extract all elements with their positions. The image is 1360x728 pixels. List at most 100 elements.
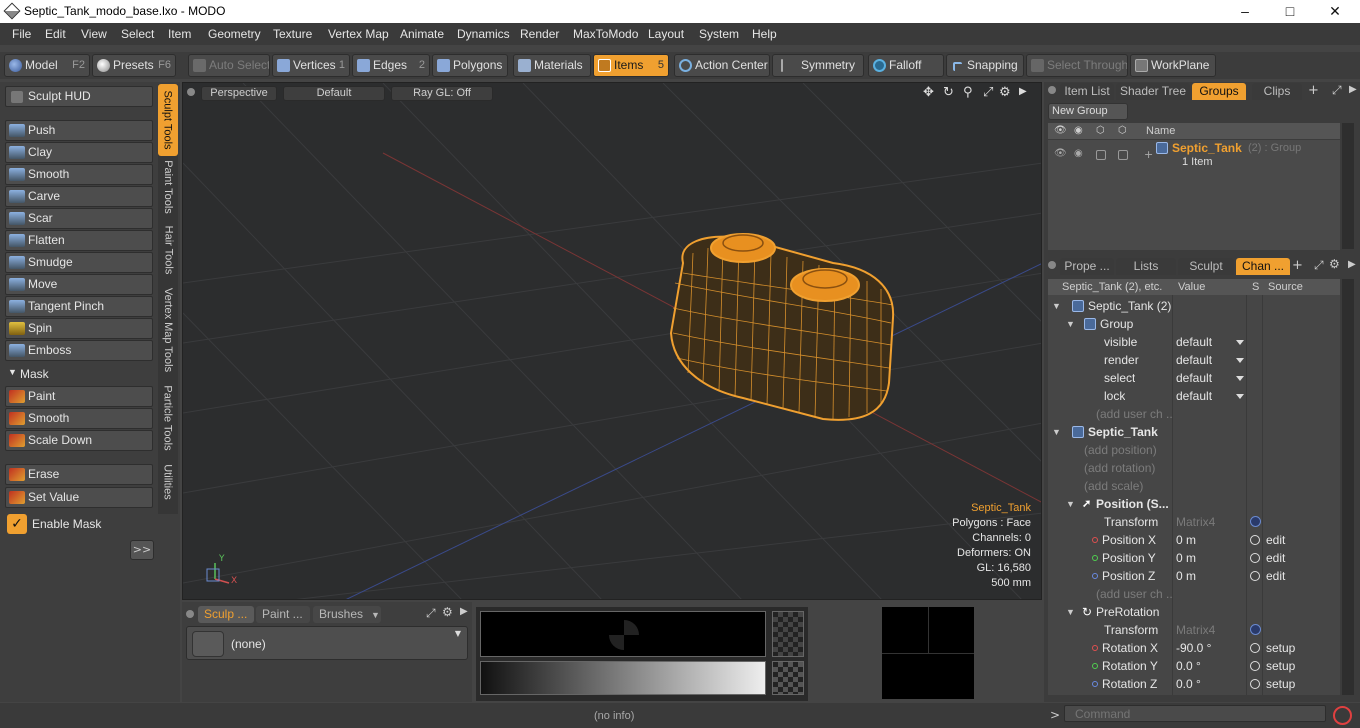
raygl-button[interactable]: Ray GL: Off: [391, 86, 493, 101]
channel-row[interactable]: Rotation X -90.0 ° setup: [1048, 639, 1340, 657]
viewport-settings-gear-icon[interactable]: ⚙: [999, 85, 1011, 100]
channel-row[interactable]: (add user ch ...: [1048, 585, 1340, 603]
falloff-button[interactable]: Falloff: [868, 54, 944, 77]
rotate-icon[interactable]: ↻: [943, 85, 954, 100]
tool-carve[interactable]: Carve: [5, 186, 153, 207]
mask-paint[interactable]: Paint: [5, 386, 153, 407]
tool-scar[interactable]: Scar: [5, 208, 153, 229]
tool-flatten[interactable]: Flatten: [5, 230, 153, 251]
keyframe-toggle[interactable]: [1250, 643, 1260, 653]
keyframe-toggle[interactable]: [1250, 535, 1260, 545]
group-render-icon[interactable]: ◉: [1074, 148, 1083, 159]
tool-push[interactable]: Push: [5, 120, 153, 141]
maximize-button[interactable]: □: [1275, 2, 1305, 20]
channel-row[interactable]: select default: [1048, 369, 1340, 387]
channel-row[interactable]: Position X0 m edit: [1048, 531, 1340, 549]
channel-row[interactable]: Position Z0 m edit: [1048, 567, 1340, 585]
brush-panel-more-icon[interactable]: ▶: [460, 606, 468, 617]
workplane-button[interactable]: WorkPlane: [1130, 54, 1216, 77]
tab-utilities[interactable]: Utilities: [158, 458, 178, 506]
groups-maximize-icon[interactable]: ⤢: [1332, 83, 1342, 98]
tab-shader-tree[interactable]: Shader Tree: [1116, 83, 1190, 100]
menu-layout[interactable]: Layout: [648, 27, 684, 41]
menu-geometry[interactable]: Geometry: [208, 27, 261, 41]
shading-style-button[interactable]: Default: [283, 86, 385, 101]
tool-spin[interactable]: Spin: [5, 318, 153, 339]
dropdown-arrow-icon[interactable]: [1236, 358, 1244, 363]
tab-groups[interactable]: Groups: [1192, 83, 1246, 100]
tab-sculpt[interactable]: Sculpt: [1178, 258, 1234, 275]
group-expand-icon[interactable]: +: [1144, 148, 1153, 161]
record-macro-icon[interactable]: [1333, 706, 1352, 725]
matrix-link-icon[interactable]: [1250, 624, 1261, 635]
menu-edit[interactable]: Edit: [45, 27, 66, 41]
brush-panel-gear-icon[interactable]: ⚙: [442, 605, 453, 619]
set-value-button[interactable]: Set Value: [5, 487, 153, 508]
menu-view[interactable]: View: [81, 27, 107, 41]
edges-button[interactable]: Edges 2: [352, 54, 430, 77]
falloff-checker-preview[interactable]: [772, 661, 804, 695]
mask-smooth[interactable]: Smooth: [5, 408, 153, 429]
menu-select[interactable]: Select: [121, 27, 154, 41]
channel-row[interactable]: Rotation Y 0.0 ° setup: [1048, 657, 1340, 675]
pan-icon[interactable]: ✥: [923, 85, 934, 100]
menu-maxtomodo[interactable]: MaxToModo: [573, 27, 638, 41]
menu-file[interactable]: File: [12, 27, 31, 41]
menu-render[interactable]: Render: [520, 27, 559, 41]
keyframe-toggle[interactable]: [1250, 661, 1260, 671]
channel-row[interactable]: Transform Matrix4: [1048, 513, 1340, 531]
sculpt-hud-button[interactable]: Sculpt HUD: [5, 86, 153, 107]
view-mode-button[interactable]: Perspective: [201, 86, 277, 101]
presets-button[interactable]: Presets F6: [92, 54, 176, 77]
select-icon[interactable]: ⬡: [1096, 123, 1105, 139]
channel-row[interactable]: render default: [1048, 351, 1340, 369]
mask-section-header[interactable]: ▼ Mask: [5, 367, 153, 384]
tab-paint-tools[interactable]: Paint Tools: [158, 158, 178, 216]
keyframe-toggle[interactable]: [1250, 553, 1260, 563]
viewport-more-icon[interactable]: ▶: [1019, 86, 1027, 97]
channel-row[interactable]: Transform Matrix4: [1048, 621, 1340, 639]
channel-row[interactable]: (add user ch ...: [1048, 405, 1340, 423]
channels-gear-icon[interactable]: ⚙: [1329, 257, 1340, 271]
tool-tangent-pinch[interactable]: Tangent Pinch: [5, 296, 153, 317]
snapping-button[interactable]: Snapping: [946, 54, 1024, 77]
menu-system[interactable]: System: [699, 27, 739, 41]
materials-button[interactable]: Materials: [513, 54, 591, 77]
menu-vertex-map[interactable]: Vertex Map: [328, 27, 389, 41]
enable-mask-checkbox[interactable]: ✓: [7, 514, 27, 534]
tab-sculpt-brush[interactable]: Sculp ...: [198, 606, 254, 623]
channel-row[interactable]: ▼ Septic_Tank (2): [1048, 297, 1340, 315]
channel-row[interactable]: visible default: [1048, 333, 1340, 351]
group-visible-icon[interactable]: 👁: [1054, 148, 1067, 159]
menu-help[interactable]: Help: [752, 27, 777, 41]
brush-panel-menu-icon[interactable]: [186, 610, 194, 618]
tab-hair-tools[interactable]: Hair Tools: [158, 222, 178, 278]
group-row-septic-tank[interactable]: 👁 ◉ + Septic_Tank (2) : Group 1 Item: [1048, 140, 1340, 170]
tab-clips[interactable]: Clips: [1252, 83, 1302, 100]
select-through-button[interactable]: Select Through: [1026, 54, 1128, 77]
action-center-button[interactable]: Action Center: [674, 54, 770, 77]
channel-row[interactable]: ▼ Group: [1048, 315, 1340, 333]
close-button[interactable]: ✕: [1320, 2, 1350, 20]
tool-move[interactable]: Move: [5, 274, 153, 295]
matrix-link-icon[interactable]: [1250, 516, 1261, 527]
channel-row[interactable]: lock default: [1048, 387, 1340, 405]
tool-clay[interactable]: Clay: [5, 142, 153, 163]
tool-smooth[interactable]: Smooth: [5, 164, 153, 185]
tab-item-list[interactable]: Item List: [1060, 83, 1114, 100]
menu-animate[interactable]: Animate: [400, 27, 444, 41]
maximize-viewport-icon[interactable]: ⤢: [983, 85, 993, 100]
menu-item[interactable]: Item: [168, 27, 191, 41]
tool-emboss[interactable]: Emboss: [5, 340, 153, 361]
3d-viewport[interactable]: Y X Perspective Default Ray GL: Off ✥ ↻ …: [182, 82, 1042, 600]
tab-particle-tools[interactable]: Particle Tools: [158, 380, 178, 456]
items-button[interactable]: Items 5: [593, 54, 669, 77]
channel-row[interactable]: ▼ ➚ Position (S...: [1048, 495, 1340, 513]
groups-panel-menu-icon[interactable]: [1048, 86, 1056, 94]
channel-row[interactable]: (add scale): [1048, 477, 1340, 495]
dropdown-arrow-icon[interactable]: [1236, 340, 1244, 345]
keyframe-toggle[interactable]: [1250, 679, 1260, 689]
menu-texture[interactable]: Texture: [273, 27, 312, 41]
channel-row[interactable]: (add rotation): [1048, 459, 1340, 477]
zoom-icon[interactable]: ⚲: [963, 85, 973, 100]
